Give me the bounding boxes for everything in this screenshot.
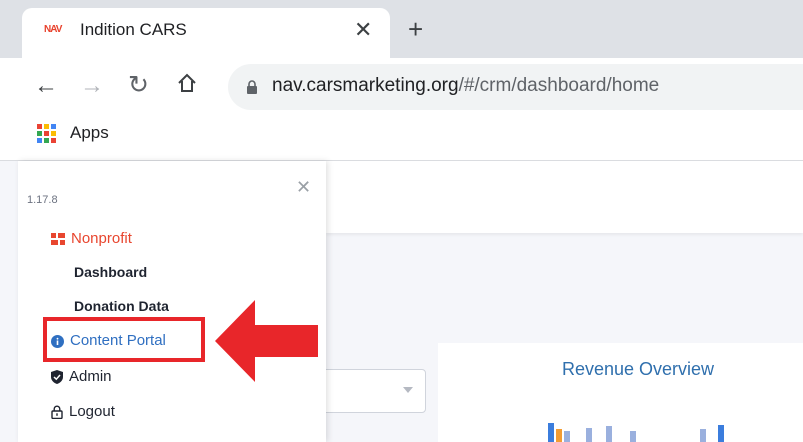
chart-bar — [564, 431, 570, 442]
sidebar-item-label: Admin — [69, 368, 112, 385]
chart-bar — [718, 425, 724, 442]
close-icon[interactable]: ✕ — [354, 17, 372, 43]
sidebar-item-label: Logout — [69, 403, 115, 420]
chart-bar — [606, 426, 612, 442]
browser-tab[interactable]: NAV Indition CARS ✕ — [22, 8, 390, 58]
sidebar-item-admin[interactable]: Admin — [51, 368, 112, 385]
app-version: 1.17.8 — [27, 194, 58, 206]
chart-bar — [700, 429, 706, 442]
home-icon[interactable] — [176, 72, 198, 101]
lock-icon — [51, 405, 63, 420]
sidebar-item-nonprofit[interactable]: Nonprofit — [51, 230, 132, 247]
tab-favicon-icon: NAV — [44, 24, 62, 35]
browser-tab-strip: NAV Indition CARS ✕ + — [0, 0, 803, 58]
red-arrow-icon — [215, 300, 318, 382]
close-icon[interactable]: ✕ — [296, 177, 311, 198]
chevron-down-icon — [403, 387, 413, 393]
sidebar-item-label: Donation Data — [74, 298, 169, 314]
sidebar-item-label: Dashboard — [74, 264, 148, 280]
apps-grid-icon[interactable] — [37, 124, 57, 144]
grid-icon — [51, 233, 65, 246]
sidebar-item-donation-data[interactable]: Donation Data — [74, 298, 169, 314]
page-header — [326, 161, 803, 233]
sidebar-item-dashboard[interactable]: Dashboard — [74, 264, 147, 280]
plus-icon[interactable]: + — [408, 16, 423, 42]
sidebar-item-logout[interactable]: Logout — [51, 403, 115, 420]
chart-bar — [548, 423, 554, 442]
browser-toolbar: ← → ↻ nav.carsmarketing.org/#/crm/dashbo… — [0, 58, 803, 116]
revenue-chart-preview — [548, 423, 724, 442]
filter-select[interactable] — [320, 369, 426, 413]
chart-bar — [586, 428, 592, 442]
shield-check-icon — [51, 370, 63, 385]
chart-bar — [556, 429, 562, 442]
tab-title: Indition CARS — [80, 20, 187, 39]
back-arrow-icon[interactable]: ← — [34, 72, 58, 100]
revenue-overview-card: Revenue Overview — [438, 343, 803, 442]
sidebar-item-label: Nonprofit — [71, 230, 132, 247]
apps-bookmark[interactable]: Apps — [70, 123, 109, 143]
chart-bar — [630, 431, 636, 442]
lock-icon — [247, 80, 257, 94]
highlight-box — [43, 317, 205, 362]
bookmarks-bar: Apps — [0, 116, 803, 161]
url-text: nav.carsmarketing.org/#/crm/dashboard/ho… — [272, 75, 660, 96]
forward-arrow-icon[interactable]: → — [80, 72, 104, 100]
reload-icon[interactable]: ↻ — [128, 71, 149, 99]
address-bar[interactable]: nav.carsmarketing.org/#/crm/dashboard/ho… — [228, 64, 803, 110]
